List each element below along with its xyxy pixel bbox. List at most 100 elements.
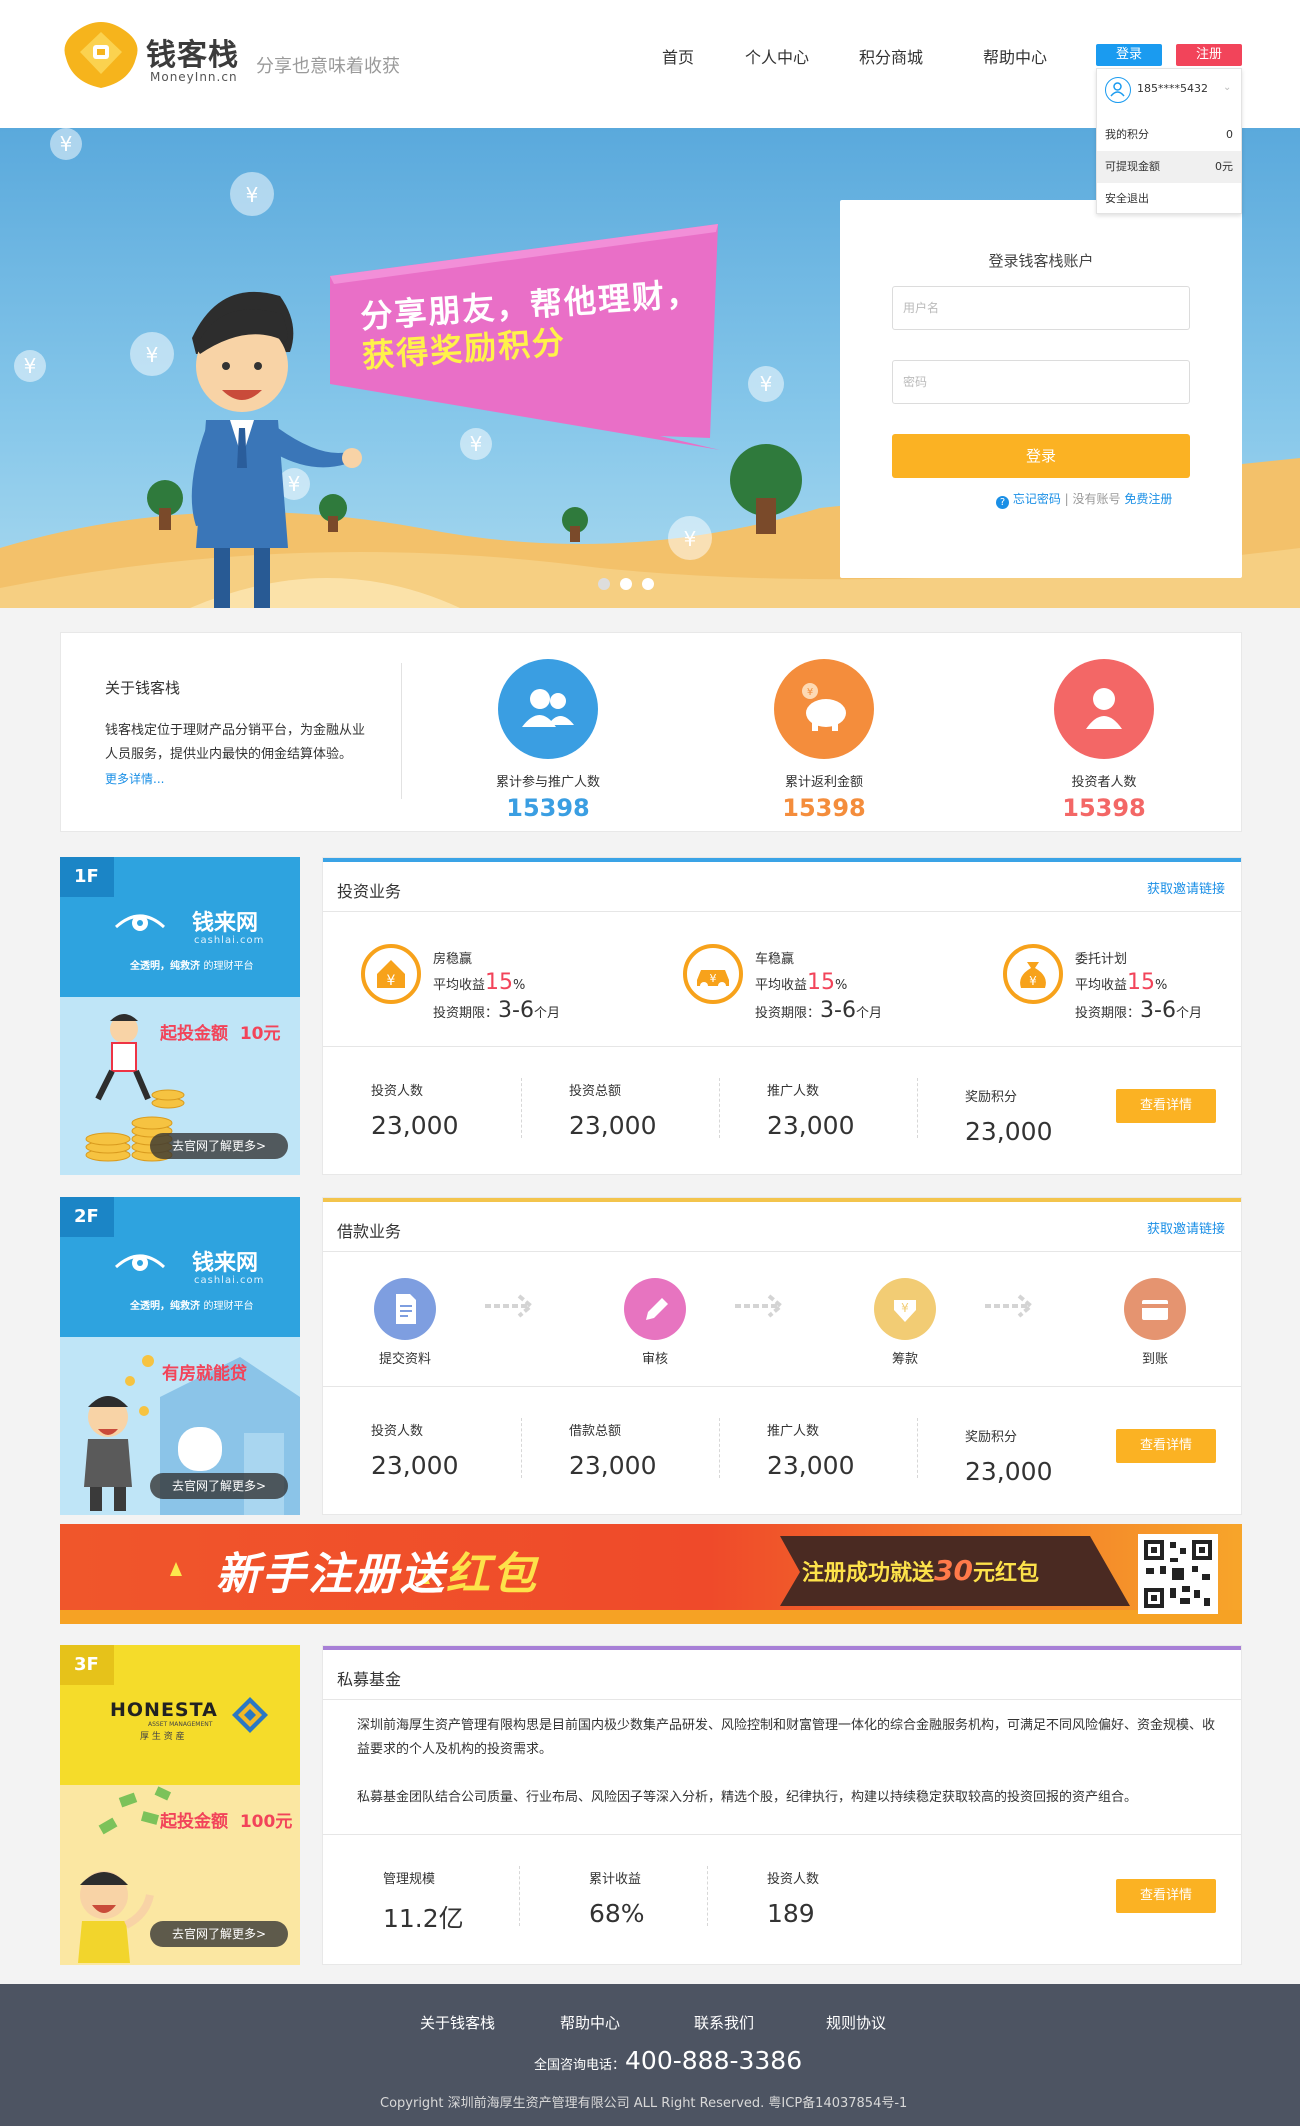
login-links: ? 忘记密码 | 没有账号 免费注册 [996, 490, 1172, 509]
floor-2-ad[interactable]: 2F 钱来网 cashlai.com 全透明，纯救济 的理财平台 有房就能贷 去… [60, 1197, 300, 1515]
floor-3-brand-sub: ASSET MANAGEMENT [148, 1721, 213, 1728]
carousel-dot-2[interactable] [620, 578, 632, 590]
stat-rebate-label: 累计返利金额 [784, 775, 863, 790]
stat-loan-total: 借款总额 23,000 [569, 1424, 657, 1480]
stat-investors-value: 15398 [1062, 794, 1146, 822]
username-input[interactable]: 用户名 [892, 286, 1190, 330]
stat-reward-points: 奖励积分 23,000 [965, 1090, 1053, 1146]
svg-text:¥: ¥ [60, 132, 73, 156]
house-icon: ¥ [361, 944, 421, 1004]
footer-rules-link[interactable]: 规则协议 [826, 2012, 886, 2033]
floor-3-detail-button[interactable]: 查看详情 [1116, 1879, 1216, 1913]
carousel-dot-3[interactable] [642, 578, 654, 590]
floor-1-badge: 1F [60, 857, 114, 897]
nav-points-mall[interactable]: 积分商城 [859, 44, 923, 68]
my-points-value: 0 [1226, 128, 1233, 141]
card-icon [1124, 1278, 1186, 1340]
step-label: 筹款 [891, 1352, 918, 1367]
qr-code-icon [1138, 1534, 1218, 1614]
logout-row[interactable]: 安全退出 [1097, 183, 1241, 215]
floor-2-invite-link[interactable]: 获取邀请链接 [1147, 1218, 1225, 1237]
svg-text:¥: ¥ [288, 472, 301, 496]
divider [401, 663, 402, 799]
my-points-row[interactable]: 我的积分 0 [1097, 119, 1241, 151]
login-submit-button[interactable]: 登录 [892, 434, 1190, 478]
step-fundraise: ¥ 筹款 [845, 1278, 965, 1367]
carousel-dot-1[interactable] [598, 578, 610, 590]
fund-strategy: 私募基金团队结合公司质量、行业布局、风险因子等深入分析，精选个股，纪律执行，构建… [357, 1790, 1138, 1805]
login-button[interactable]: 登录 [1096, 44, 1162, 66]
about-text: 钱客栈定位于理财产品分销平台，为金融从业人员服务，提供业内最快的佣金结算体验。 … [105, 719, 367, 792]
floor-1-title: 投资业务 [337, 882, 402, 901]
floor-1-detail-button[interactable]: 查看详情 [1116, 1089, 1216, 1123]
more-details-link[interactable]: 更多详情... [105, 772, 164, 786]
floor-1-ad[interactable]: 1F 钱来网 cashlai.com 全透明，纯救济 的理财平台 起投金额 10… [60, 857, 300, 1175]
floor-3-badge: 3F [60, 1645, 114, 1685]
divider [323, 1046, 1241, 1047]
product-rate: 平均收益15% [433, 970, 526, 995]
svg-text:¥: ¥ [246, 183, 259, 207]
floor-3-cta[interactable]: 去官网了解更多> [150, 1921, 288, 1947]
footer-contact-link[interactable]: 联系我们 [694, 2012, 754, 2033]
register-button[interactable]: 注册 [1176, 44, 1242, 66]
divider [719, 1078, 720, 1138]
withdrawable-value: 0元 [1215, 160, 1233, 173]
about-section: 关于钱客栈 钱客栈定位于理财产品分销平台，为金融从业人员服务，提供业内最快的佣金… [60, 632, 1242, 832]
svg-text:¥: ¥ [387, 973, 396, 989]
svg-text:¥: ¥ [1029, 974, 1037, 988]
nav-personal-center[interactable]: 个人中心 [745, 44, 809, 68]
user-phone[interactable]: 185****5432 [1137, 82, 1208, 95]
product-term: 投资期限：3-6个月 [1075, 998, 1202, 1023]
floor-1-invite-link[interactable]: 获取邀请链接 [1147, 878, 1225, 897]
svg-text:¥: ¥ [710, 972, 717, 985]
piggy-bank-icon: ¥ [774, 659, 874, 759]
svg-text:¥: ¥ [901, 1301, 909, 1315]
nav-help-center[interactable]: 帮助中心 [983, 44, 1047, 68]
stat-promoter-count: 推广人数 23,000 [767, 1424, 855, 1480]
floor-3-accent [323, 1646, 1241, 1650]
floor-1-promo: 起投金额 10元 [160, 1024, 281, 1044]
forgot-password-link[interactable]: 忘记密码 [1013, 492, 1061, 506]
document-icon [374, 1278, 436, 1340]
free-register-link[interactable]: 免费注册 [1124, 492, 1172, 506]
divider [521, 1418, 522, 1478]
floor-1-cta[interactable]: 去官网了解更多> [150, 1133, 288, 1159]
withdrawable-row[interactable]: 可提现金额 0元 [1097, 151, 1241, 183]
cashlai-logo-icon [114, 1254, 166, 1271]
floor-3-ad[interactable]: 3F HONESTA ASSET MANAGEMENT 厚 生 资 産 起投金额… [60, 1645, 300, 1965]
site-footer: 关于钱客栈 帮助中心 联系我们 规则协议 全国咨询电话：400-888-3386… [0, 1984, 1300, 2126]
help-icon: ? [996, 496, 1009, 509]
step-received: 到账 [1095, 1278, 1215, 1367]
svg-text:¥: ¥ [684, 527, 697, 551]
stat-promoter-count: 推广人数 23,000 [767, 1084, 855, 1140]
floor-1-tagline: 全透明，纯救济 的理财平台 [130, 961, 254, 972]
promo-left-text: 新手注册送红包 [216, 1549, 538, 1600]
floor-1-brand-en: cashlai.com [194, 935, 265, 946]
step-label: 到账 [1141, 1352, 1168, 1367]
floor-2-detail-button[interactable]: 查看详情 [1116, 1429, 1216, 1463]
product-term: 投资期限：3-6个月 [755, 998, 882, 1023]
floor-3-brand: HONESTA [110, 1699, 218, 1721]
stat-rebate: ¥ 累计返利金额 15398 [734, 659, 914, 822]
cashlai-logo-icon [114, 914, 166, 931]
about-description: 钱客栈定位于理财产品分销平台，为金融从业人员服务，提供业内最快的佣金结算体验。 [105, 723, 366, 762]
nav-home[interactable]: 首页 [662, 44, 694, 68]
logo-subtext: MoneyInn.cn [150, 70, 238, 84]
divider [719, 1418, 720, 1478]
divider [323, 1699, 1241, 1700]
footer-help-link[interactable]: 帮助中心 [560, 2012, 620, 2033]
floor-2-cta[interactable]: 去官网了解更多> [150, 1473, 288, 1499]
person-icon [1054, 659, 1154, 759]
promo-right-text: 注册成功就送30元红包 [802, 1554, 1039, 1587]
divider [521, 1078, 522, 1138]
floor-3-brand-cn: 厚 生 资 産 [140, 1732, 185, 1742]
login-panel: 登录钱客栈账户 用户名 密码 登录 ? 忘记密码 | 没有账号 免费注册 [840, 200, 1242, 578]
password-input[interactable]: 密码 [892, 360, 1190, 404]
floor-3-title: 私募基金 [337, 1670, 402, 1689]
my-points-label: 我的积分 [1105, 128, 1149, 141]
footer-about-link[interactable]: 关于钱客栈 [420, 2012, 495, 2033]
svg-text:¥: ¥ [807, 687, 813, 698]
promo-banner[interactable]: 新手注册送红包 注册成功就送30元红包 [60, 1524, 1242, 1624]
step-label: 提交资料 [378, 1352, 431, 1367]
chevron-down-icon[interactable]: ⌄ [1223, 82, 1231, 93]
